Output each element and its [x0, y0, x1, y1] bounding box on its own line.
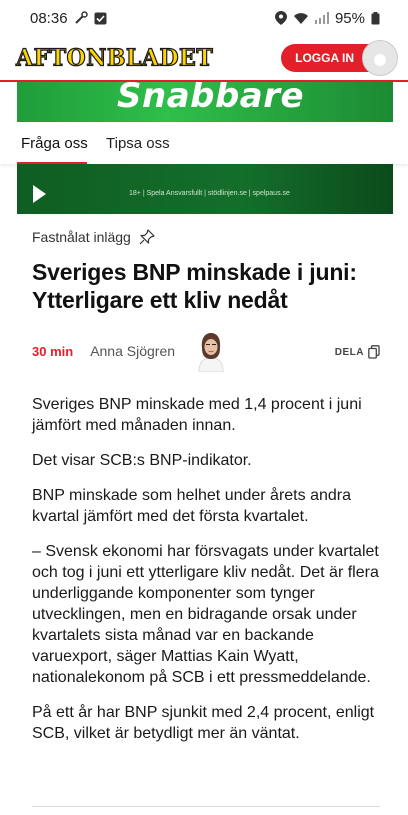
ad-slogan: Snabbare: [117, 82, 305, 116]
battery-percent: 95%: [334, 9, 365, 27]
ad-fine-print: 18+ | Spela Ansvarsfullt | stödlinjen.se…: [129, 190, 290, 197]
share-label: DELA: [334, 346, 364, 358]
article-paragraph: – Svensk ekonomi har försvagats under kv…: [32, 543, 379, 686]
battery-icon: [371, 11, 380, 24]
author-name[interactable]: Anna Sjögren: [90, 343, 175, 359]
location-icon: [274, 11, 287, 25]
section-divider: [32, 806, 380, 807]
pinned-post-label: Fastnålat inlägg: [32, 229, 155, 245]
article-headline: Sveriges BNP minskade i juni: Ytterligar…: [32, 259, 357, 313]
article-paragraph: På ett år har BNP sjunkit med 2,4 procen…: [32, 704, 375, 742]
aftonbladet-logo[interactable]: AFTONBLADET: [15, 44, 213, 73]
download-check-icon: [94, 12, 107, 24]
ad-banner-bottom[interactable]: 18+ | Spela Ansvarsfullt | stödlinjen.se…: [17, 164, 393, 214]
pinned-label-text: Fastnålat inlägg: [32, 229, 131, 245]
article-byline: 30 min Anna Sjögren DELA: [32, 330, 380, 372]
play-icon[interactable]: [33, 185, 46, 203]
status-time: 08:36: [30, 9, 68, 27]
article-paragraph: BNP minskade som helhet under årets andr…: [32, 487, 351, 525]
tab-fraga-oss[interactable]: Fråga oss: [21, 122, 88, 164]
article-paragraph: Sveriges BNP minskade med 1,4 procent i …: [32, 396, 362, 434]
status-bar: 08:36 95%: [0, 0, 408, 36]
tab-tipsa-oss[interactable]: Tipsa oss: [106, 122, 170, 164]
ad-banner-top[interactable]: Snabbare: [17, 82, 393, 122]
user-avatar-icon[interactable]: [362, 40, 398, 76]
wifi-icon: [293, 12, 308, 24]
sub-navigation: Fråga oss Tipsa oss: [0, 122, 408, 164]
author-photo: [198, 333, 224, 372]
article-paragraph: Det visar SCB:s BNP-indikator.: [32, 452, 252, 469]
login-group[interactable]: LOGGA IN: [281, 40, 398, 76]
article-body: Sveriges BNP minskade med 1,4 procent i …: [32, 394, 382, 758]
time-ago: 30 min: [32, 343, 74, 359]
share-button[interactable]: DELA: [335, 345, 380, 359]
pin-icon: [139, 229, 155, 245]
site-header: AFTONBLADET LOGGA IN: [0, 36, 408, 80]
tools-icon: [74, 11, 88, 24]
signal-icon: [314, 12, 329, 24]
copy-icon: [368, 345, 380, 359]
